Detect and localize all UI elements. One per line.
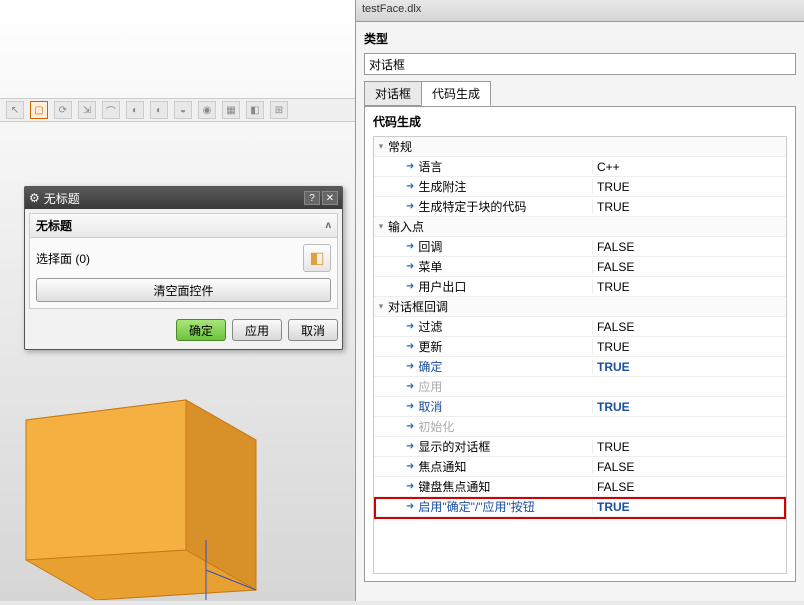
prop-row[interactable]: ➜启用"确定"/"应用"按钮TRUE: [374, 497, 786, 517]
prop-row[interactable]: ➜应用: [374, 377, 786, 397]
prop-row[interactable]: ➜初始化: [374, 417, 786, 437]
tool-11[interactable]: ◧: [246, 101, 264, 119]
tool9-icon: ◉: [203, 105, 212, 116]
prop-group[interactable]: ▾输入点: [374, 217, 786, 237]
type-input[interactable]: [364, 53, 796, 75]
prop-group[interactable]: ▾常规: [374, 137, 786, 157]
select-face-label: 选择面 (0): [36, 250, 90, 267]
tab-codegen[interactable]: 代码生成: [421, 81, 491, 106]
tool11-icon: ◧: [250, 105, 259, 116]
codegen-panel: 代码生成 ▾常规➜语言C++➜生成附注TRUE➜生成特定于块的代码TRUE▾输入…: [364, 106, 796, 582]
tool-10[interactable]: ▦: [222, 101, 240, 119]
prop-group[interactable]: ▾对话框回调: [374, 297, 786, 317]
tool-5[interactable]: ⌒: [102, 101, 120, 119]
type-group-label: 类型: [356, 22, 804, 51]
tool12-icon: ⊞: [275, 105, 283, 116]
tool8-icon: ◒: [180, 105, 186, 116]
tab-dialog[interactable]: 对话框: [364, 81, 422, 106]
tool-pointer[interactable]: ↖: [6, 101, 24, 119]
prop-row[interactable]: ➜取消TRUE: [374, 397, 786, 417]
ok-button[interactable]: 确定: [176, 319, 226, 341]
tool-9[interactable]: ◉: [198, 101, 216, 119]
prop-row[interactable]: ➜生成附注TRUE: [374, 177, 786, 197]
cube-render[interactable]: [6, 380, 266, 600]
property-grid[interactable]: ▾常规➜语言C++➜生成附注TRUE➜生成特定于块的代码TRUE▾输入点➜回调F…: [373, 136, 787, 574]
prop-row[interactable]: ➜键盘焦点通知FALSE: [374, 477, 786, 497]
tool-8[interactable]: ◒: [174, 101, 192, 119]
properties-panel: testFace.dlx 类型 对话框 代码生成 代码生成 ▾常规➜语言C++➜…: [355, 0, 804, 601]
section-title: 无标题: [36, 217, 72, 234]
dialog-section-header[interactable]: 无标题 ʌ: [29, 213, 338, 238]
tool-7[interactable]: ◐: [150, 101, 168, 119]
pan-icon: ⇲: [83, 105, 91, 116]
clear-face-button[interactable]: 清空面控件: [36, 278, 331, 302]
dialog-close-button[interactable]: ✕: [322, 191, 338, 205]
prop-row[interactable]: ➜生成特定于块的代码TRUE: [374, 197, 786, 217]
tool-select[interactable]: ▢: [30, 101, 48, 119]
prop-row[interactable]: ➜过滤FALSE: [374, 317, 786, 337]
tool-6[interactable]: ◐: [126, 101, 144, 119]
tool7-icon: ◐: [156, 105, 162, 116]
apply-button[interactable]: 应用: [232, 319, 282, 341]
select-face-button[interactable]: ◧: [303, 244, 331, 272]
prop-row[interactable]: ➜回调FALSE: [374, 237, 786, 257]
prop-row[interactable]: ➜用户出口TRUE: [374, 277, 786, 297]
prop-row[interactable]: ➜显示的对话框TRUE: [374, 437, 786, 457]
property-tabs: 对话框 代码生成: [364, 81, 796, 106]
cancel-button[interactable]: 取消: [288, 319, 338, 341]
tool10-icon: ▦: [226, 105, 235, 116]
untitled-dialog: ⚙ 无标题 ? ✕ 无标题 ʌ 选择面 (0) ◧ 清空面控件 确定: [24, 186, 343, 350]
tool6-icon: ◐: [132, 105, 138, 116]
tool-pan[interactable]: ⇲: [78, 101, 96, 119]
rotate-icon: ⟳: [59, 105, 67, 116]
prop-row[interactable]: ➜菜单FALSE: [374, 257, 786, 277]
tool-12[interactable]: ⊞: [270, 101, 288, 119]
cube-icon: ◧: [309, 248, 324, 268]
tool5-icon: ⌒: [106, 103, 116, 118]
dialog-titlebar[interactable]: ⚙ 无标题 ? ✕: [25, 187, 342, 209]
prop-row[interactable]: ➜确定TRUE: [374, 357, 786, 377]
prop-row[interactable]: ➜焦点通知FALSE: [374, 457, 786, 477]
prop-row[interactable]: ➜语言C++: [374, 157, 786, 177]
prop-row[interactable]: ➜更新TRUE: [374, 337, 786, 357]
pointer-icon: ↖: [11, 105, 19, 116]
select-icon: ▢: [34, 105, 43, 116]
dialog-title-text: 无标题: [44, 190, 80, 207]
dialog-help-button[interactable]: ?: [304, 191, 320, 205]
panel-title: 代码生成: [365, 107, 795, 136]
file-tab[interactable]: testFace.dlx: [356, 0, 804, 22]
viewport-3d: ↖ ▢ ⟳ ⇲ ⌒ ◐ ◐ ◒ ◉ ▦ ◧ ⊞ ⚙ 无标题 ? ✕: [0, 0, 355, 601]
tool-rotate[interactable]: ⟳: [54, 101, 72, 119]
gear-icon: ⚙: [29, 191, 40, 205]
chevron-up-icon: ʌ: [325, 220, 331, 231]
viewport-toolbar: ↖ ▢ ⟳ ⇲ ⌒ ◐ ◐ ◒ ◉ ▦ ◧ ⊞: [0, 98, 355, 122]
